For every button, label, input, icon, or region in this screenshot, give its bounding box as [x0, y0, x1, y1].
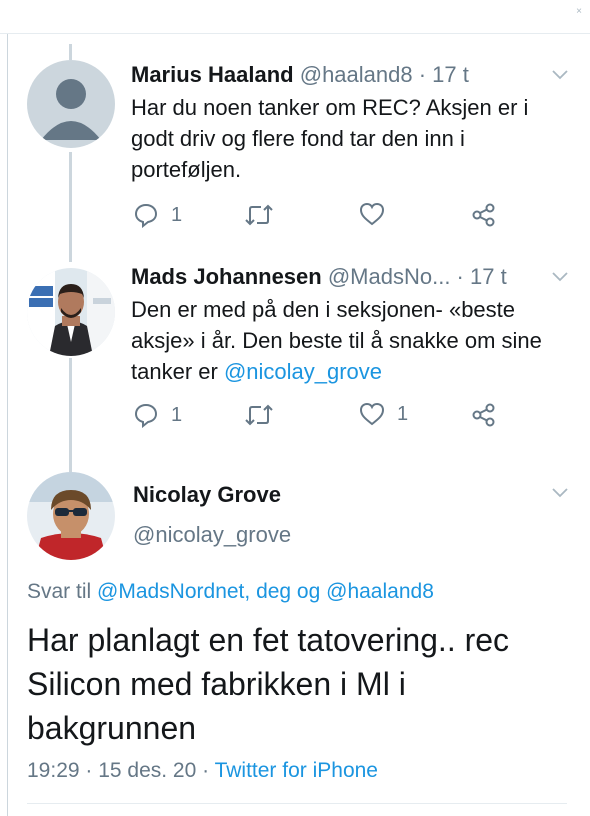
mention-link[interactable]: @nicolay_grove — [224, 359, 382, 384]
like-button[interactable] — [359, 202, 397, 226]
reply-icon — [133, 402, 159, 428]
retweet-button[interactable] — [244, 402, 274, 428]
tweet-header: Mads Johannesen @MadsNo... · 17 t — [131, 264, 507, 290]
source-link[interactable]: Twitter for iPhone — [215, 759, 378, 782]
tweet-text: Den er med på den i seksjonen- «beste ak… — [131, 294, 561, 387]
divider — [27, 803, 567, 804]
retweet-icon — [244, 202, 274, 228]
avatar[interactable] — [27, 60, 115, 148]
tweet-actions: 1 1 — [131, 402, 531, 432]
like-button[interactable]: 1 — [359, 402, 408, 426]
username[interactable]: @MadsNo... — [328, 264, 451, 289]
username[interactable]: @haaland8 — [300, 62, 413, 87]
tweet-text: Har planlagt en fet tatovering.. rec Sil… — [27, 622, 510, 746]
tweet-header: Marius Haaland @haaland8 · 17 t — [131, 62, 469, 88]
avatar[interactable] — [27, 268, 115, 356]
tweet-text: Har du noen tanker om REC? Aksjen er i g… — [131, 95, 529, 182]
display-name[interactable]: Nicolay Grove — [133, 482, 281, 508]
tweet-actions: 1 — [131, 202, 531, 232]
display-name[interactable]: Mads Johannesen — [131, 264, 322, 289]
share-button[interactable] — [471, 402, 497, 428]
reply-button[interactable]: 1 — [133, 402, 182, 428]
close-icon[interactable]: × — [576, 6, 582, 17]
thread-line — [69, 358, 72, 472]
separator: · — [412, 62, 433, 87]
chevron-down-icon[interactable] — [552, 272, 568, 282]
thread-line — [69, 44, 72, 60]
share-icon — [471, 202, 497, 228]
reply-count: 1 — [171, 403, 183, 426]
tweet-meta: 19:29 · 15 des. 20 · Twitter for iPhone — [27, 759, 378, 783]
reply-mentions-link[interactable]: @MadsNordnet, deg og @haaland8 — [97, 580, 434, 603]
retweet-button[interactable] — [244, 202, 274, 228]
avatar[interactable] — [27, 472, 115, 560]
like-icon — [359, 202, 385, 226]
chevron-down-icon[interactable] — [552, 70, 568, 80]
tweet-time[interactable]: 17 t — [470, 264, 507, 289]
chevron-down-icon[interactable] — [552, 488, 568, 498]
tweet-time[interactable]: 17 t — [432, 62, 469, 87]
timestamp[interactable]: 19:29 · 15 des. 20 · — [27, 759, 215, 782]
reply-count: 1 — [171, 203, 183, 226]
reply-icon — [133, 202, 159, 228]
username[interactable]: @nicolay_grove — [133, 522, 291, 548]
separator: · — [450, 264, 470, 289]
like-count: 1 — [397, 402, 409, 425]
reply-button[interactable]: 1 — [133, 202, 182, 228]
reply-context: Svar til @MadsNordnet, deg og @haaland8 — [27, 580, 434, 604]
share-button[interactable] — [471, 202, 497, 228]
left-divider — [7, 34, 8, 816]
display-name[interactable]: Marius Haaland — [131, 62, 294, 87]
like-icon — [359, 402, 385, 426]
reply-prefix: Svar til — [27, 580, 98, 603]
retweet-icon — [244, 402, 274, 428]
thread-line — [69, 152, 72, 262]
top-bar: × — [0, 0, 590, 34]
share-icon — [471, 402, 497, 428]
